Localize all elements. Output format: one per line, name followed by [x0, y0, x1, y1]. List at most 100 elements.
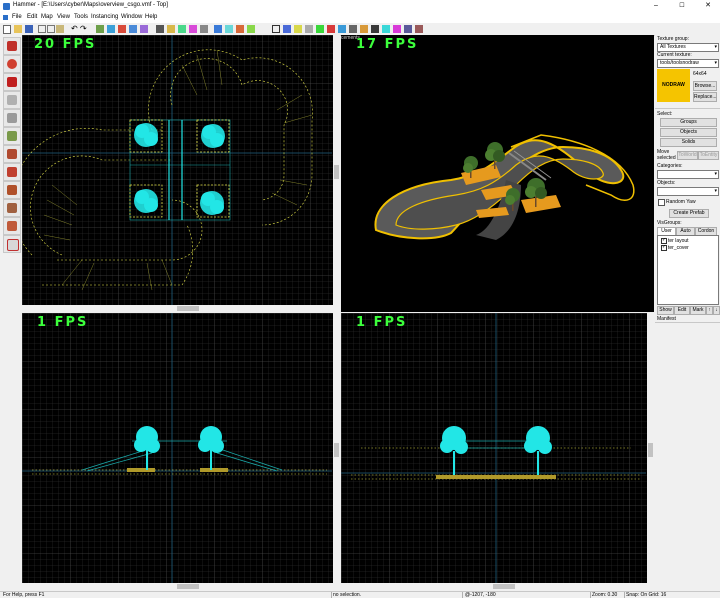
menu-map[interactable]: Map: [41, 14, 53, 20]
clipping-tool[interactable]: [3, 181, 21, 199]
menu-tools[interactable]: Tools: [74, 14, 88, 20]
menu-view[interactable]: View: [57, 14, 70, 20]
menu-instancing[interactable]: Instancing: [91, 14, 118, 20]
current-texture-label: Current texture:: [657, 52, 692, 58]
visgroup-checkbox[interactable]: ✓: [661, 244, 667, 251]
categories-select[interactable]: ▾: [657, 170, 719, 179]
camera-icon[interactable]: [349, 25, 357, 33]
models-icon[interactable]: [140, 25, 148, 33]
show-icon[interactable]: [225, 25, 233, 33]
box-select-icon[interactable]: [294, 25, 302, 33]
visgroups-label: VisGroups:: [657, 220, 682, 226]
horizontal-scrollbar[interactable]: [22, 583, 340, 590]
undo-icon[interactable]: ↶: [71, 25, 79, 33]
error-check-icon[interactable]: [327, 25, 335, 33]
texture-group-select[interactable]: All Textures ▾: [657, 43, 719, 52]
redo-icon[interactable]: ↷: [80, 25, 88, 33]
close-button[interactable]: ✕: [695, 0, 720, 13]
grid-size-icon[interactable]: [107, 25, 115, 33]
snap-icon[interactable]: [156, 25, 164, 33]
random-yaw-label: Random Yaw: [666, 199, 696, 205]
vertex-tool[interactable]: [3, 199, 21, 217]
select-all-icon[interactable]: [283, 25, 291, 33]
browse-button[interactable]: Browse...: [693, 81, 717, 91]
front-viewport[interactable]: 1 FPS: [22, 313, 340, 590]
paste-icon[interactable]: [56, 25, 64, 33]
brush-icon[interactable]: [247, 25, 255, 33]
apply-texture-tool[interactable]: [3, 145, 21, 163]
random-yaw-checkbox[interactable]: [658, 199, 665, 206]
menu-edit[interactable]: Edit: [27, 14, 37, 20]
visgroup-item[interactable]: ter_cover: [668, 245, 689, 251]
visgroup-item[interactable]: ter layout: [668, 238, 689, 244]
new-file-icon[interactable]: [3, 25, 11, 34]
3d-view-canvas: [374, 134, 635, 240]
horizontal-scrollbar[interactable]: [341, 583, 654, 590]
maximize-button[interactable]: ☐: [669, 0, 695, 13]
replace-button[interactable]: Replace...: [693, 92, 717, 102]
move-down-icon[interactable]: ↓: [713, 306, 720, 315]
select-objects-button[interactable]: Objects: [660, 128, 717, 137]
prefab-icon[interactable]: [404, 25, 412, 33]
3d-grid-icon[interactable]: [118, 25, 126, 33]
block-tool[interactable]: [3, 109, 21, 127]
current-texture-select[interactable]: tools/toolsnodraw ▾: [657, 59, 719, 68]
entity-tool[interactable]: [3, 91, 21, 109]
camera-tool[interactable]: [3, 73, 21, 91]
select-solids-button[interactable]: Solids: [660, 138, 717, 147]
autoselect-icon[interactable]: [272, 25, 280, 33]
create-prefab-button[interactable]: Create Prefab: [669, 209, 709, 218]
chevron-down-icon: ▾: [714, 188, 717, 194]
show-button[interactable]: Show: [657, 306, 674, 315]
cm-icon[interactable]: [371, 25, 379, 33]
to-world-button[interactable]: ToWorld: [677, 151, 698, 160]
menu-window[interactable]: Window: [121, 14, 142, 20]
horizontal-scrollbar[interactable]: [22, 305, 340, 312]
hide-icon[interactable]: [214, 25, 222, 33]
run-map-icon[interactable]: [393, 25, 401, 33]
menu-help[interactable]: Help: [145, 14, 157, 20]
helpers-icon[interactable]: [129, 25, 137, 33]
texture-application-tool[interactable]: [3, 127, 21, 145]
texture-size: 64x64: [693, 71, 707, 77]
document-icon[interactable]: [3, 15, 8, 20]
overlay-tool[interactable]: [3, 235, 21, 253]
path-tool[interactable]: [3, 217, 21, 235]
top-viewport[interactable]: 20 FPS: [22, 35, 340, 312]
texture-lock-icon[interactable]: [167, 25, 175, 33]
menu-file[interactable]: File: [12, 14, 22, 20]
vertical-scrollbar[interactable]: [333, 313, 340, 583]
to-entity-button[interactable]: ToEntity: [698, 151, 719, 160]
lighting-preview-icon[interactable]: [338, 25, 346, 33]
entity-icon[interactable]: [236, 25, 244, 33]
objects-select[interactable]: ▾: [657, 187, 719, 196]
chevron-down-icon: ▾: [714, 44, 717, 50]
visgroup-list[interactable]: ✓ ter layout ✓ ter_cover: [657, 235, 719, 305]
cut-icon[interactable]: [38, 25, 46, 33]
select-groups-button[interactable]: Groups: [660, 118, 717, 127]
minimize-button[interactable]: –: [643, 0, 669, 13]
mark-button[interactable]: Mark: [690, 306, 706, 315]
carve-icon[interactable]: [178, 25, 186, 33]
move-up-icon[interactable]: ↑: [706, 306, 713, 315]
camera-viewport[interactable]: cements 17 FPS: [341, 35, 654, 312]
side-viewport[interactable]: 1 FPS: [341, 313, 654, 590]
open-folder-icon[interactable]: [14, 25, 22, 33]
displacement-icon[interactable]: [316, 25, 324, 33]
vertical-scrollbar[interactable]: [333, 35, 340, 305]
vertical-scrollbar[interactable]: [647, 313, 654, 583]
decal-icon[interactable]: [415, 25, 423, 33]
compile-icon[interactable]: [360, 25, 368, 33]
ungroup-icon[interactable]: [200, 25, 208, 33]
copy-icon[interactable]: [47, 25, 55, 33]
group-icon[interactable]: [189, 25, 197, 33]
decal-tool[interactable]: [3, 163, 21, 181]
hammer-app-icon: [3, 3, 10, 10]
magnify-tool[interactable]: [3, 55, 21, 73]
selection-tool[interactable]: [3, 37, 21, 55]
save-icon[interactable]: [25, 25, 33, 33]
vis-icon[interactable]: [382, 25, 390, 33]
edit-button[interactable]: Edit: [674, 306, 690, 315]
clip-icon[interactable]: [305, 25, 313, 33]
grid-toggle-icon[interactable]: [96, 25, 104, 33]
